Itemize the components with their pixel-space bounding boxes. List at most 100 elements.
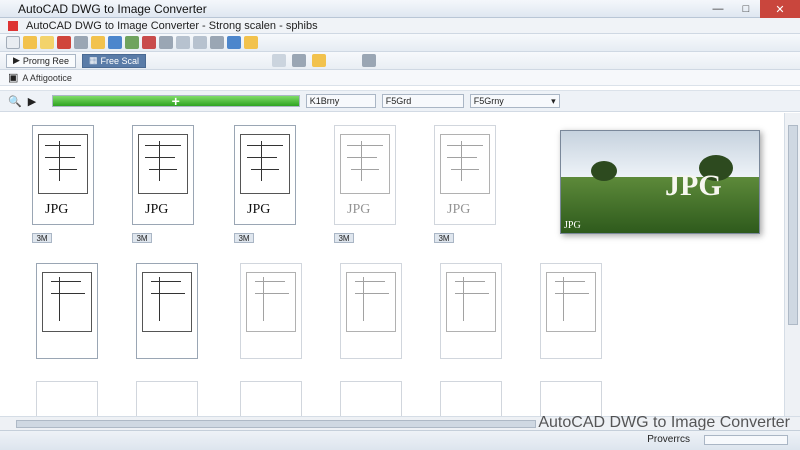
drawing-preview	[246, 272, 296, 332]
play-small-icon: ▶	[27, 95, 37, 108]
jpg-preview: JPG JPG	[560, 130, 760, 234]
layers-icon[interactable]	[193, 36, 207, 49]
color-field[interactable]: F5Grny ▾	[469, 94, 560, 108]
jpg-label: JPG	[45, 202, 69, 217]
edit-icon[interactable]	[40, 36, 54, 49]
minimize-button[interactable]: —	[704, 0, 732, 18]
size-badge: 3M	[334, 233, 354, 243]
dwg-thumbnail[interactable]	[240, 381, 302, 416]
size-badge: 3M	[234, 233, 254, 243]
play-icon: ▶	[13, 55, 20, 65]
drawing-preview	[42, 272, 92, 332]
window-controls: — □ ✕	[704, 0, 800, 18]
zoom-slider[interactable]	[704, 435, 788, 445]
preview-ground	[561, 176, 759, 233]
dwg-thumbnail[interactable]	[340, 381, 402, 416]
open-folder-icon[interactable]	[23, 36, 37, 49]
document-icon	[8, 20, 18, 31]
preview-label: JPG	[665, 169, 722, 202]
drawing-preview	[142, 272, 192, 332]
tree-icon	[591, 161, 617, 181]
jpg-label: JPG	[145, 202, 169, 217]
size-badge: 3M	[434, 233, 454, 243]
maximize-button[interactable]: □	[732, 0, 760, 18]
dpi-field[interactable]: K1Brny	[305, 94, 376, 108]
secondary-toolbar: ▶ Prorng Ree ▦ Free Scal	[0, 52, 800, 70]
close-button[interactable]: ✕	[760, 0, 800, 18]
new-icon[interactable]	[6, 36, 20, 49]
drawing-preview	[240, 134, 290, 194]
field-value: F5Grd	[385, 96, 412, 106]
tab-free-scale[interactable]: ▦ Free Scal	[81, 53, 146, 68]
dwg-thumbnail[interactable]	[340, 263, 402, 359]
folder-icon: ▣	[8, 72, 19, 84]
drawing-preview	[440, 134, 490, 194]
copy-icon[interactable]	[74, 36, 88, 49]
field-value: K1Brny	[309, 96, 340, 106]
dwg-thumbnail[interactable]: JPG	[234, 125, 296, 225]
progress-row: 🔍 ▶ + K1Brny F5Grd F5Grny ▾	[0, 90, 800, 112]
fit-icon[interactable]	[176, 36, 190, 49]
tab-label: Prorng Ree	[22, 55, 69, 66]
drawing-preview	[446, 272, 496, 332]
plus-icon[interactable]: +	[172, 93, 180, 109]
paste-icon[interactable]	[91, 36, 105, 49]
dwg-thumbnail[interactable]	[240, 263, 302, 359]
status-bar: Proverrcs	[0, 430, 800, 450]
page-icon[interactable]	[271, 54, 286, 67]
document-title: AutoCAD DWG to Image Converter - Strong …	[26, 19, 318, 32]
status-text: Proverrcs	[647, 434, 690, 445]
title-bar: AutoCAD DWG to Image Converter — □ ✕	[0, 0, 800, 18]
jpg-label: JPG	[447, 202, 471, 217]
progress-bar: +	[51, 93, 300, 109]
dwg-thumbnail[interactable]	[36, 381, 98, 416]
app-title: AutoCAD DWG to Image Converter	[18, 1, 207, 16]
size-badge: 3M	[132, 233, 152, 243]
scroll-thumb[interactable]	[788, 125, 798, 325]
search-icon[interactable]: 🔍	[8, 95, 22, 108]
lock-icon[interactable]	[244, 36, 258, 49]
help-icon[interactable]	[227, 36, 241, 49]
field-value: F5Grny	[473, 96, 504, 106]
wrench-icon[interactable]	[291, 54, 306, 67]
preview-tag: JPG	[564, 220, 581, 231]
drawing-preview	[546, 272, 596, 332]
main-toolbar	[0, 34, 800, 52]
dwg-thumbnail[interactable]: JPG	[334, 125, 396, 225]
drawing-preview	[138, 134, 188, 194]
zoom-icon[interactable]	[159, 36, 173, 49]
dwg-thumbnail[interactable]	[136, 381, 198, 416]
dwg-thumbnail[interactable]: JPG	[32, 125, 94, 225]
delete-icon[interactable]	[57, 36, 71, 49]
pin-icon[interactable]	[311, 54, 326, 67]
size-field[interactable]: F5Grd	[381, 94, 464, 108]
dwg-thumbnail[interactable]	[136, 263, 198, 359]
jpg-label: JPG	[347, 202, 371, 217]
drawing-preview	[38, 134, 88, 194]
size-badge: 3M	[32, 233, 52, 243]
drawing-preview	[340, 134, 390, 194]
tab-label: Free Scal	[100, 55, 139, 66]
dwg-thumbnail[interactable]	[440, 263, 502, 359]
dwg-thumbnail[interactable]	[440, 381, 502, 416]
vertical-scrollbar[interactable]	[784, 113, 800, 416]
jpg-label: JPG	[247, 202, 271, 217]
breadcrumb: ▣ A Aftigootice	[0, 70, 800, 86]
save-icon[interactable]	[108, 36, 122, 49]
dwg-thumbnail[interactable]	[36, 263, 98, 359]
dwg-thumbnail[interactable]	[540, 263, 602, 359]
breadcrumb-path: A Aftigootice	[22, 72, 72, 83]
stop-icon[interactable]	[142, 36, 156, 49]
scroll-thumb[interactable]	[16, 420, 536, 428]
dwg-thumbnail[interactable]	[540, 381, 602, 416]
settings-icon[interactable]	[210, 36, 224, 49]
dwg-thumbnail[interactable]: JPG	[132, 125, 194, 225]
tab-process[interactable]: ▶ Prorng Ree	[6, 53, 76, 68]
document-bar: AutoCAD DWG to Image Converter - Strong …	[0, 18, 800, 34]
grid-icon: ▦	[88, 55, 98, 65]
export-icon[interactable]	[361, 54, 376, 67]
chevron-down-icon: ▾	[551, 95, 556, 106]
drawing-preview	[346, 272, 396, 332]
dwg-thumbnail[interactable]: JPG	[434, 125, 496, 225]
convert-icon[interactable]	[125, 36, 139, 49]
